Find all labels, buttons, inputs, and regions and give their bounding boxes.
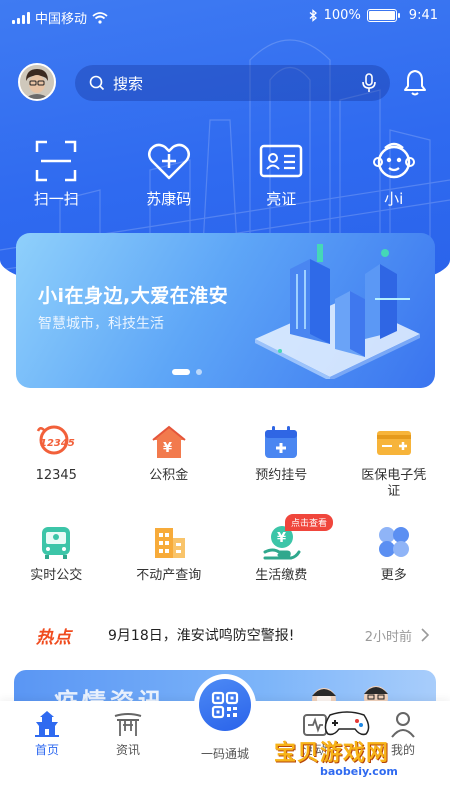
status-bar: 中国移动 100% 9:41 [0, 0, 450, 32]
battery-percent: 100% [323, 8, 361, 23]
clock: 9:41 [408, 8, 438, 23]
carousel-dot[interactable] [172, 369, 190, 375]
signal-strength-icon [12, 11, 30, 24]
hotline-12345-icon: 12345 [37, 425, 75, 455]
user-avatar-image [20, 65, 54, 99]
avatar[interactable] [18, 63, 56, 101]
quick-action-health-code[interactable]: 苏康码 [113, 138, 226, 209]
search-input[interactable]: 搜索 [113, 73, 362, 94]
carousel-dots [172, 369, 202, 375]
site-watermark: 宝贝游戏网 baobeiy.com [270, 705, 445, 785]
scan-icon [36, 140, 77, 182]
hot-news-bar[interactable]: 热点 9月18日，淮安试鸣防空警报! 2小时前 [0, 617, 450, 653]
search-bar[interactable]: 搜索 [75, 65, 390, 101]
service-utility-payment[interactable]: 点击查看 ¥ 生活缴费 [225, 514, 338, 602]
quick-action-label: 亮证 [266, 190, 297, 208]
tab-news[interactable]: 资讯 [83, 709, 173, 758]
service-label: 不动产查询 [136, 568, 202, 583]
hot-badge: 热点 [36, 627, 72, 648]
tab-label: 一码通城 [200, 747, 249, 761]
svg-text:¥: ¥ [163, 441, 172, 456]
hot-news-text[interactable]: 9月18日，淮安试鸣防空警报! [108, 625, 365, 645]
chevron-right-icon[interactable] [420, 628, 430, 642]
robot-monkey-icon [372, 142, 415, 179]
watermark-text: 宝贝游戏网 [274, 741, 390, 766]
tab-label: 资讯 [115, 743, 140, 757]
service-real-estate[interactable]: 不动产查询 [113, 518, 226, 602]
service-12345[interactable]: 12345 12345 [0, 418, 113, 502]
id-card-icon [260, 144, 303, 178]
service-label: 公积金 [149, 468, 189, 483]
tab-home[interactable]: 首页 [2, 709, 92, 758]
hot-news-time: 2小时前 [364, 629, 412, 645]
service-housing-fund[interactable]: ¥ 公积金 [113, 418, 226, 502]
service-label: 医保电子凭证 [361, 468, 427, 499]
carrier-name: 中国移动 [35, 12, 88, 27]
medical-insurance-card-icon [376, 431, 411, 455]
banner-subtitle: 智慧城市，科技生活 [38, 316, 164, 332]
home-pagoda-icon [35, 711, 59, 737]
svg-text:¥: ¥ [277, 531, 286, 546]
more-grid-icon [378, 527, 409, 557]
quick-action-label: 小i [384, 190, 404, 208]
app-home-screen: 中国移动 100% 9:41 搜索 扫一扫 苏康码 亮证 小i 小i在身边,大爱… [0, 0, 450, 800]
service-label: 生活缴费 [255, 568, 308, 583]
service-label: 预约挂号 [255, 468, 308, 483]
quick-action-label: 扫一扫 [33, 190, 79, 208]
new-tag-badge: 点击查看 [285, 514, 334, 531]
housing-fund-icon: ¥ [152, 425, 186, 458]
promo-banner[interactable]: 小i在身边,大爱在淮安 智慧城市，科技生活 [16, 233, 435, 388]
services-grid: 12345 12345 ¥ 公积金 预约挂号 医保电子凭证 实时公交 不动产查询… [0, 418, 450, 602]
heart-plus-icon [147, 143, 190, 180]
bus-icon [42, 527, 71, 559]
quick-action-scan[interactable]: 扫一扫 [0, 138, 113, 209]
news-gate-icon [114, 713, 142, 736]
quick-action-label: 苏康码 [146, 190, 192, 208]
service-label: 实时公交 [30, 568, 83, 583]
quick-action-assistant[interactable]: 小i [338, 138, 450, 209]
quick-action-show-id[interactable]: 亮证 [225, 138, 338, 209]
banner-title: 小i在身边,大爱在淮安 [38, 285, 229, 307]
service-more[interactable]: 更多 [338, 518, 450, 602]
wifi-icon [92, 11, 108, 24]
tab-label: 首页 [34, 743, 59, 757]
quick-actions: 扫一扫 苏康码 亮证 小i [0, 138, 450, 209]
gamepad-icon [324, 711, 370, 736]
building-icon [154, 528, 185, 558]
service-realtime-bus[interactable]: 实时公交 [0, 518, 113, 602]
search-icon [89, 75, 105, 91]
service-appointment[interactable]: 预约挂号 [225, 418, 338, 502]
service-label: 更多 [380, 568, 407, 583]
microphone-icon[interactable] [362, 73, 376, 93]
city-code-button[interactable] [194, 674, 256, 736]
calendar-appointment-icon [265, 426, 298, 458]
qr-code-icon [211, 691, 239, 719]
watermark-url: baobeiy.com [320, 765, 398, 778]
bluetooth-icon [309, 9, 317, 22]
tab-city-code[interactable]: 一码通城 [180, 745, 270, 762]
service-label: 12345 [35, 468, 77, 483]
battery-icon [366, 9, 400, 22]
smart-city-illustration [255, 244, 420, 379]
svg-text:12345: 12345 [40, 438, 75, 449]
bell-icon[interactable] [400, 68, 430, 98]
service-medical-insurance[interactable]: 医保电子凭证 [338, 418, 450, 502]
carousel-dot[interactable] [196, 369, 202, 375]
